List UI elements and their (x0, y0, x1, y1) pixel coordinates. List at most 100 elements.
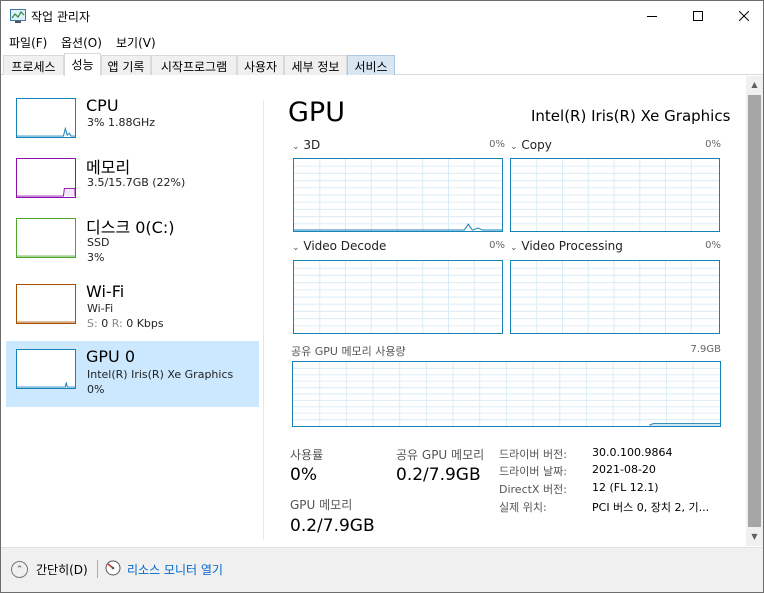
engine-video-decode-graph (293, 260, 503, 334)
cpu-thumbnail-graph (16, 98, 76, 138)
fewer-details-button[interactable]: 간단히(D) (36, 561, 88, 578)
resource-detail-memory: 3.5/15.7GB (22%) (87, 176, 186, 189)
physical-location-value: PCI 버스 0, 장치 2, 기... (592, 501, 710, 514)
shared-memory-graph (292, 361, 721, 427)
window-title: 작업 관리자 (31, 10, 91, 24)
title-bar[interactable]: 작업 관리자 (1, 1, 763, 31)
engine-video-processing-percent: 0% (705, 240, 721, 251)
resource-type-disk: SSD (87, 236, 110, 249)
physical-location-label: 실제 위치: (499, 501, 547, 514)
chevron-up-circle-icon[interactable]: ⌃ (11, 561, 28, 578)
close-icon (739, 11, 749, 21)
driver-version-value: 30.0.100.9864 (592, 446, 673, 459)
menu-file[interactable]: 파일(F) (9, 34, 47, 51)
memory-thumbnail-graph (16, 158, 76, 198)
tab-details[interactable]: 세부 정보 (284, 55, 347, 75)
resource-item-disk[interactable]: 디스크 0(C:) SSD 3% (6, 210, 259, 276)
scroll-thumb[interactable] (748, 95, 761, 527)
resource-name-memory: 메모리 (86, 158, 131, 177)
detail-model: Intel(R) Iris(R) Xe Graphics (531, 107, 731, 125)
scroll-down-button[interactable]: ▼ (746, 528, 763, 545)
resource-model-gpu: Intel(R) Iris(R) Xe Graphics (87, 368, 234, 381)
shared-memory-value: 0.2/7.9GB (396, 465, 481, 485)
footer-separator (97, 560, 98, 578)
close-button[interactable] (721, 1, 764, 31)
engine-video-processing-selector[interactable]: ⌄ Video Processing (510, 239, 623, 253)
engine-video-decode-selector[interactable]: ⌄ Video Decode (292, 239, 386, 253)
shared-memory-graph-max: 7.9GB (690, 344, 721, 355)
wifi-send-label: S: (87, 317, 98, 330)
footer-bar: ⌃ 간단히(D) 리소스 모니터 열기 (1, 547, 763, 592)
chevron-down-icon: ⌄ (292, 243, 300, 253)
driver-version-label: 드라이버 버전: (499, 448, 567, 461)
engine-copy-graph (510, 158, 720, 232)
resource-detail-cpu: 3% 1.88GHz (87, 116, 156, 129)
resource-name-gpu: GPU 0 (86, 347, 136, 366)
maximize-icon (693, 11, 703, 21)
tab-app-history[interactable]: 앱 기록 (101, 55, 151, 75)
gpu-memory-label: GPU 메모리 (290, 498, 353, 512)
resource-name-wifi: Wi-Fi (86, 282, 125, 301)
task-manager-icon (10, 9, 26, 23)
engine-3d-selector[interactable]: ⌄ 3D (292, 138, 320, 152)
resource-usage-gpu: 0% (87, 383, 105, 396)
scroll-up-button[interactable]: ▲ (746, 76, 763, 93)
task-manager-window: 작업 관리자 파일(F) 옵션(O) 보기(V) 프로세스 성능 앱 기록 시작… (0, 0, 764, 593)
chevron-down-icon: ⌄ (292, 142, 300, 152)
tab-startup[interactable]: 시작프로그램 (151, 55, 237, 75)
minimize-icon (647, 16, 657, 17)
tab-services[interactable]: 서비스 (347, 55, 395, 75)
chevron-down-icon: ⌄ (510, 243, 518, 253)
maximize-button[interactable] (675, 1, 721, 31)
pane-splitter[interactable] (263, 100, 264, 540)
wifi-thumbnail-graph (16, 284, 76, 324)
driver-date-label: 드라이버 날짜: (499, 465, 567, 478)
resource-item-cpu[interactable]: CPU 3% 1.88GHz (6, 88, 259, 154)
utilization-value: 0% (290, 465, 317, 485)
engine-video-processing-label: Video Processing (521, 239, 623, 253)
directx-version-value: 12 (FL 12.1) (592, 481, 659, 494)
engine-video-decode-percent: 0% (489, 240, 505, 251)
resource-name-cpu: CPU (86, 96, 119, 115)
tab-strip: 프로세스 성능 앱 기록 시작프로그램 사용자 세부 정보 서비스 (1, 53, 763, 76)
open-resource-monitor-link[interactable]: 리소스 모니터 열기 (127, 561, 223, 578)
gpu-memory-value: 0.2/7.9GB (290, 516, 375, 536)
resource-usage-disk: 3% (87, 251, 105, 264)
resource-throughput-wifi: S: 0 R: 0 Kbps (87, 317, 164, 330)
resource-item-wifi[interactable]: Wi-Fi Wi-Fi S: 0 R: 0 Kbps (6, 276, 259, 342)
chevron-down-icon: ⌄ (510, 142, 518, 152)
performance-pane: CPU 3% 1.88GHz 메모리 3.5/15.7GB (22%) 디스크 … (2, 76, 763, 546)
tab-performance[interactable]: 성능 (64, 53, 101, 76)
engine-video-processing-graph (510, 260, 720, 334)
engine-copy-selector[interactable]: ⌄ Copy (510, 138, 552, 152)
shared-memory-label: 공유 GPU 메모리 (396, 448, 485, 462)
disk-thumbnail-graph (16, 218, 76, 258)
resource-name-disk: 디스크 0(C:) (86, 218, 175, 237)
directx-version-label: DirectX 버전: (499, 483, 567, 496)
wifi-send-value: 0 (101, 317, 109, 330)
resource-adapter-wifi: Wi-Fi (87, 302, 114, 315)
engine-video-decode-label: Video Decode (303, 239, 387, 253)
tab-users[interactable]: 사용자 (237, 55, 284, 75)
engine-3d-percent: 0% (489, 139, 505, 150)
tab-processes[interactable]: 프로세스 (3, 55, 64, 75)
engine-copy-label: Copy (521, 138, 552, 152)
menu-view[interactable]: 보기(V) (116, 34, 156, 51)
vertical-scrollbar[interactable]: ▲ ▼ (746, 76, 763, 546)
chevron-up-icon: ▲ (751, 80, 758, 89)
detail-title: GPU (288, 97, 345, 128)
wifi-receive-label: R: (111, 317, 123, 330)
wifi-receive-value: 0 Kbps (126, 317, 164, 330)
minimize-button[interactable] (629, 1, 675, 31)
gpu-thumbnail-graph (16, 349, 76, 389)
engine-3d-label: 3D (303, 138, 321, 152)
resource-monitor-icon[interactable] (105, 560, 121, 576)
chevron-down-icon: ▼ (751, 532, 758, 541)
menu-options[interactable]: 옵션(O) (61, 34, 102, 51)
resource-item-gpu[interactable]: GPU 0 Intel(R) Iris(R) Xe Graphics 0% (6, 341, 259, 407)
shared-memory-graph-label: 공유 GPU 메모리 사용량 (291, 345, 406, 358)
utilization-label: 사용률 (290, 448, 324, 462)
driver-date-value: 2021-08-20 (592, 463, 656, 476)
resource-item-memory[interactable]: 메모리 3.5/15.7GB (22%) (6, 150, 259, 216)
menu-bar: 파일(F) 옵션(O) 보기(V) (1, 31, 763, 51)
